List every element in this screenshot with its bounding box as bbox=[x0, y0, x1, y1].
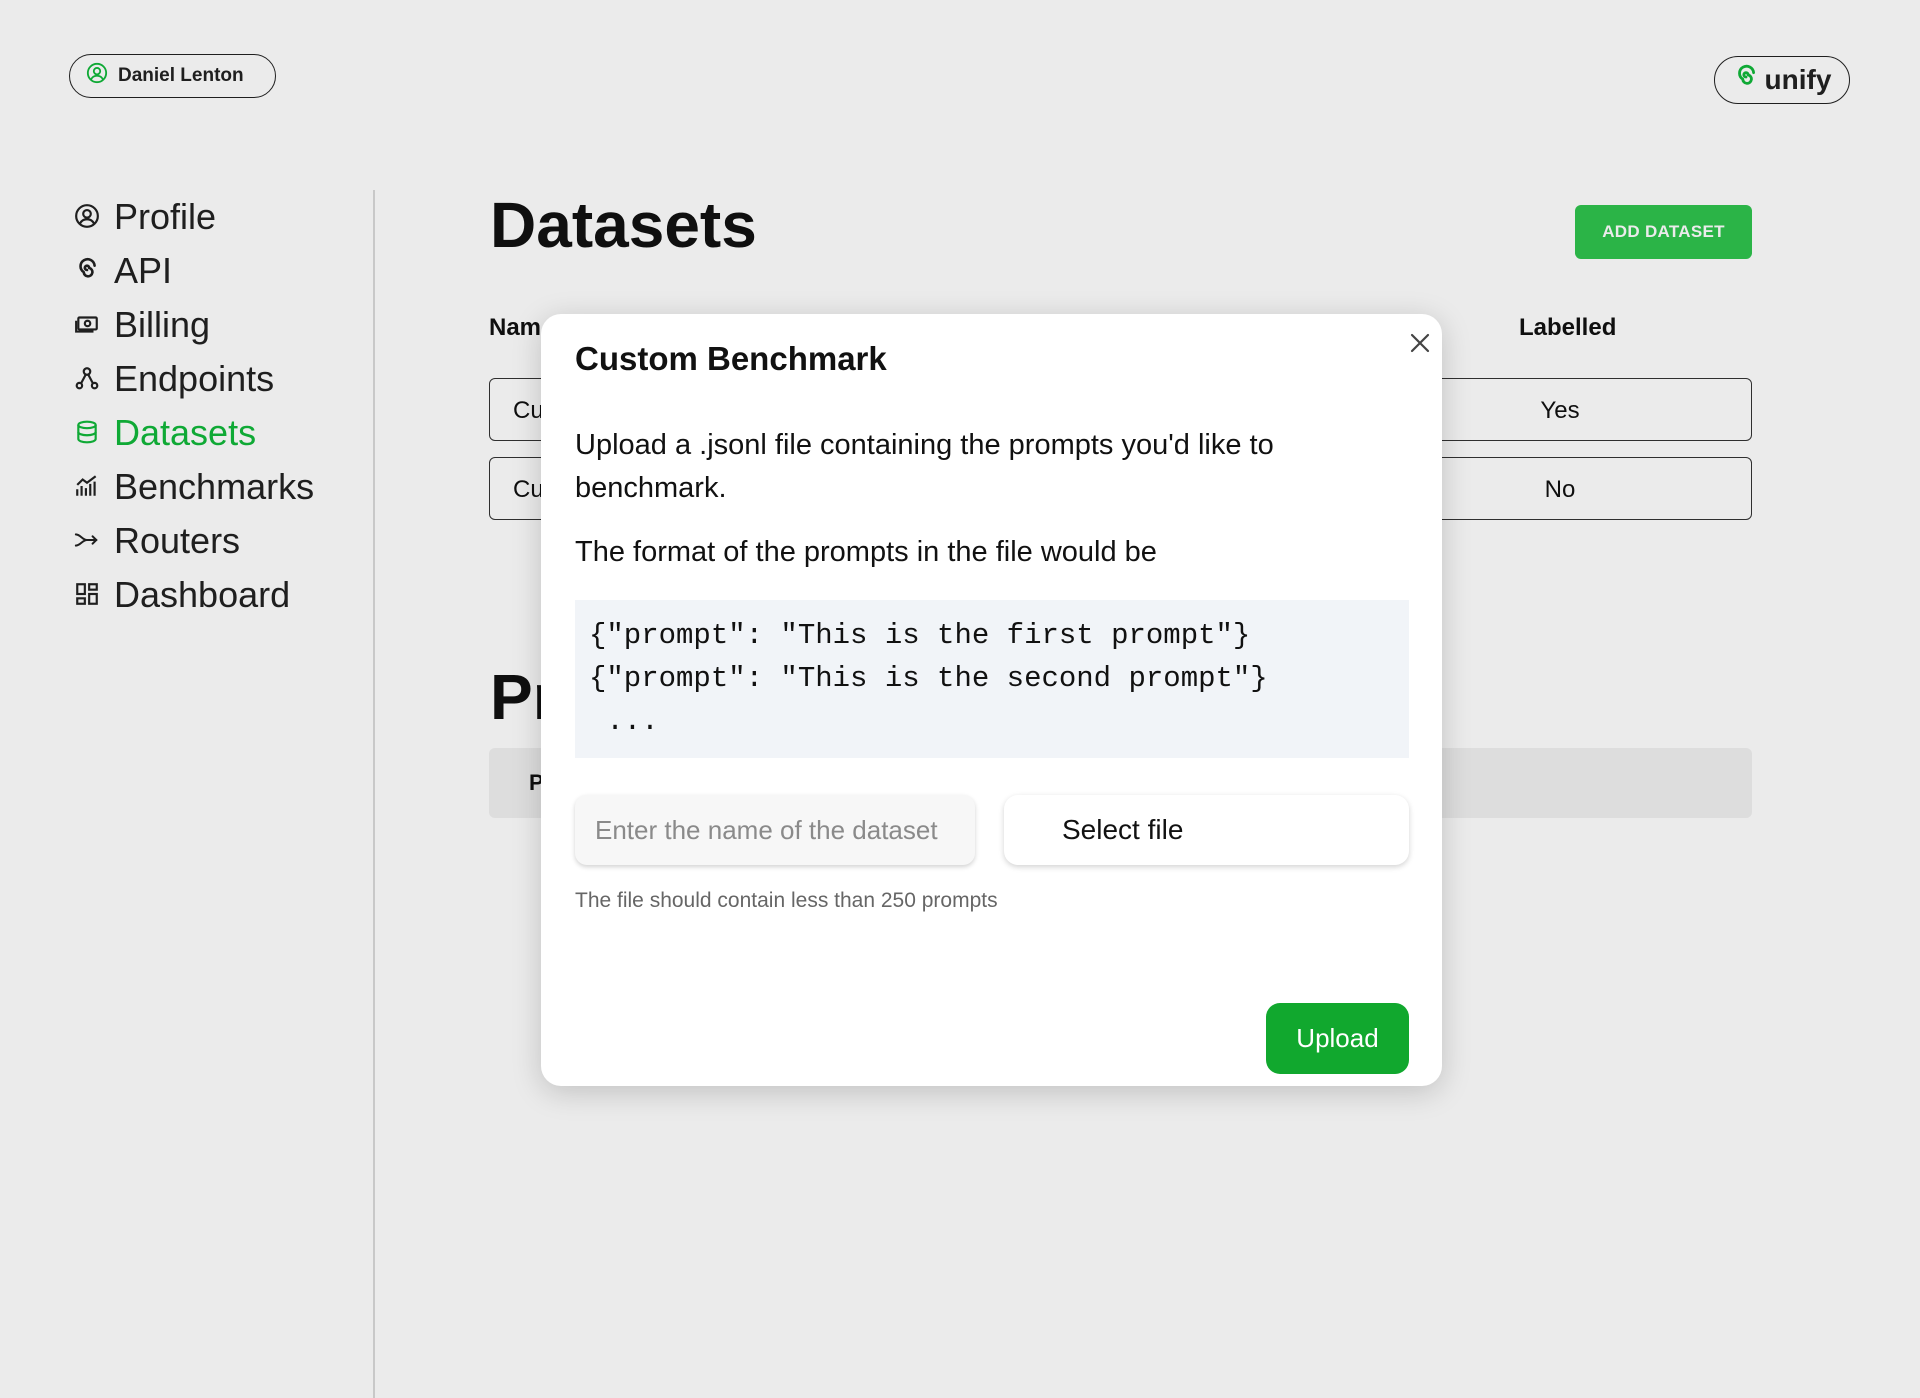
modal-title: Custom Benchmark bbox=[575, 340, 887, 377]
code-example: {"prompt": "This is the first prompt"} {"… bbox=[575, 600, 1409, 758]
custom-benchmark-modal: Custom Benchmark Upload a .jsonl file co… bbox=[541, 314, 1442, 1086]
code-line: ... bbox=[589, 705, 659, 738]
dataset-name-input[interactable] bbox=[575, 795, 975, 865]
format-text: The format of the prompts in the file wo… bbox=[575, 536, 1157, 568]
close-button[interactable] bbox=[1405, 330, 1435, 360]
select-file-button[interactable]: Select file bbox=[1004, 795, 1409, 865]
modal-description: Upload a .jsonl file containing the prom… bbox=[575, 429, 1274, 504]
code-line: {"prompt": "This is the first prompt"} bbox=[589, 619, 1251, 652]
upload-button[interactable]: Upload bbox=[1266, 1003, 1409, 1074]
code-line: {"prompt": "This is the second prompt"} bbox=[589, 662, 1268, 695]
close-icon bbox=[1409, 332, 1431, 359]
file-hint: The file should contain less than 250 pr… bbox=[575, 889, 998, 912]
